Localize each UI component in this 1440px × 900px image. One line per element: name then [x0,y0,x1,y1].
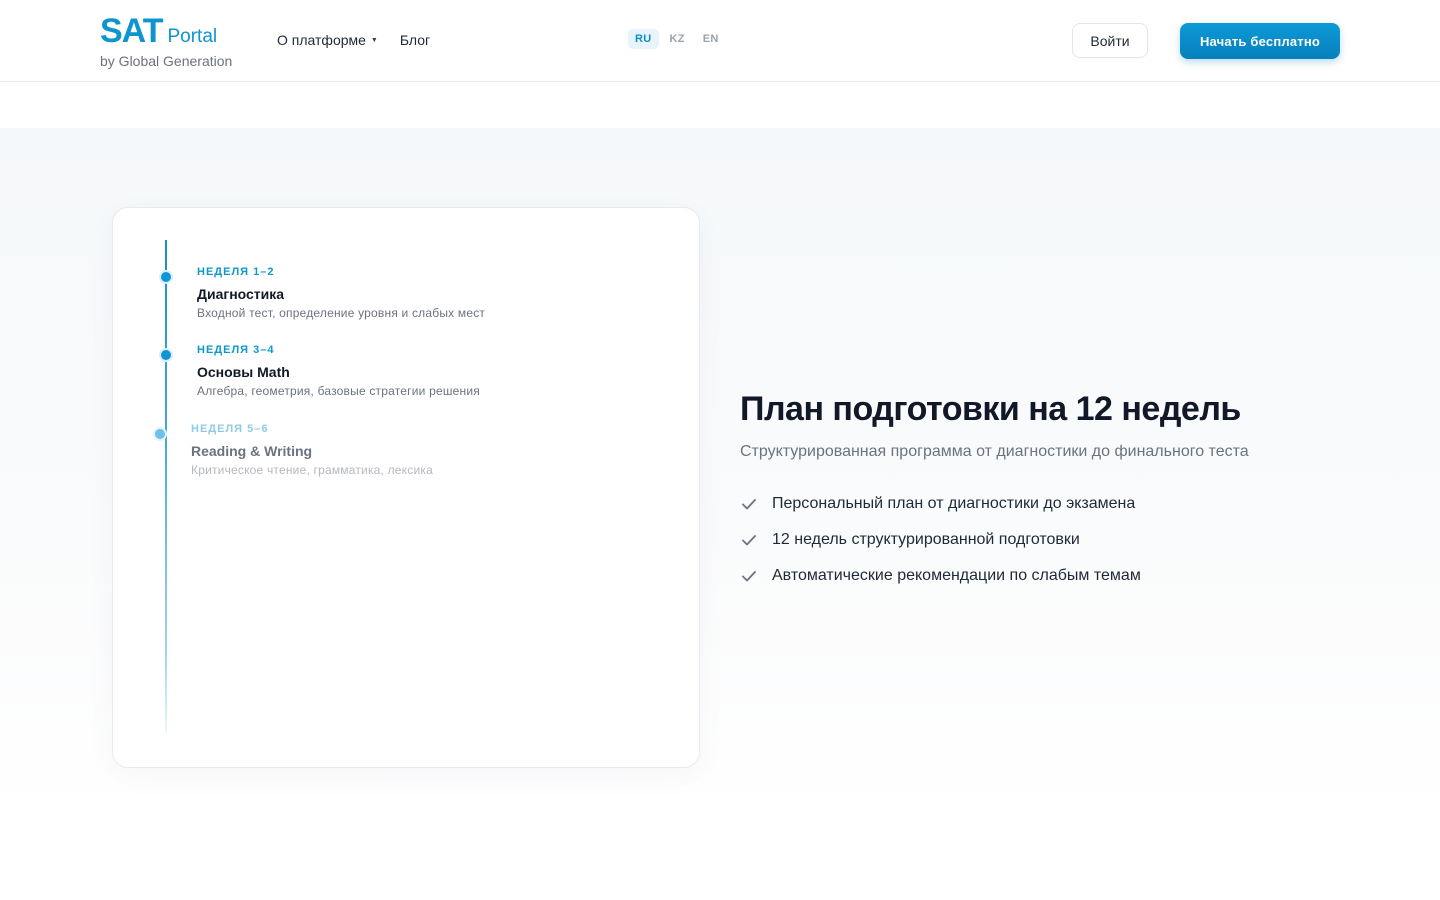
logo-brand: SAT [100,12,163,50]
timeline-dot-icon [153,427,167,441]
feature-item: Персональный план от диагностики до экза… [740,486,1380,522]
nav-item-about-label: О платформе [277,32,366,48]
lang-kz[interactable]: KZ [663,29,692,49]
start-free-button[interactable]: Начать бесплатно [1180,23,1340,59]
nav-item-blog-label: Блог [399,32,431,48]
logo[interactable]: SAT Portal by Global Generation [100,14,232,69]
lang-en[interactable]: EN [696,29,726,49]
timeline-title: Основы Math [197,364,290,380]
timeline-description: Критическое чтение, грамматика, лексика [191,463,433,477]
logo-product: Portal [167,26,218,47]
timeline-dot-icon [159,348,173,362]
main-nav: О платформе ▼ Блог [277,32,430,48]
check-icon [740,567,758,585]
feature-list: Персональный план от диагностики до экза… [740,486,1380,594]
timeline-description: Алгебра, геометрия, базовые стратегии ре… [197,384,480,398]
nav-item-blog[interactable]: Блог [400,32,430,48]
check-icon [740,495,758,513]
feature-item: 12 недель структурированной подготовки [740,522,1380,558]
timeline-item: НЕДЕЛЯ 3–4 Основы Math Алгебра, геометри… [159,344,480,398]
language-switcher: RU KZ EN [628,29,726,49]
logo-wordmark: SAT Portal [100,14,232,48]
logo-byline: by Global Generation [100,53,233,69]
timeline-item: НЕДЕЛЯ 5–6 Reading & Writing Критическое… [153,423,433,477]
site-header: SAT Portal by Global Generation О платфо… [0,0,1440,82]
timeline-item: НЕДЕЛЯ 1–2 Диагностика Входной тест, опр… [159,266,485,320]
feature-item: Автоматические рекомендации по слабым те… [740,558,1380,594]
feature-text: 12 недель структурированной подготовки [772,531,1080,548]
timeline-week: НЕДЕЛЯ 5–6 [191,423,269,435]
caret-down-icon: ▼ [370,36,378,44]
timeline-card: НЕДЕЛЯ 1–2 Диагностика Входной тест, опр… [112,207,700,768]
feature-text: Автоматические рекомендации по слабым те… [772,567,1141,584]
plan-subheadline: Структурированная программа от диагности… [740,443,1249,460]
timeline-week: НЕДЕЛЯ 3–4 [197,344,275,356]
timeline-description: Входной тест, определение уровня и слабы… [197,306,486,320]
plan-content: План подготовки на 12 недель Структуриро… [740,388,1380,594]
timeline-week: НЕДЕЛЯ 1–2 [197,266,275,278]
plan-headline: План подготовки на 12 недель [740,390,1241,428]
nav-item-about[interactable]: О платформе ▼ [277,32,378,48]
login-button[interactable]: Войти [1072,23,1148,58]
check-icon [740,531,758,549]
timeline-title: Диагностика [197,286,285,302]
timeline-title: Reading & Writing [191,443,313,459]
timeline-dot-icon [159,270,173,284]
feature-text: Персональный план от диагностики до экза… [772,495,1136,512]
lang-ru[interactable]: RU [628,29,659,49]
